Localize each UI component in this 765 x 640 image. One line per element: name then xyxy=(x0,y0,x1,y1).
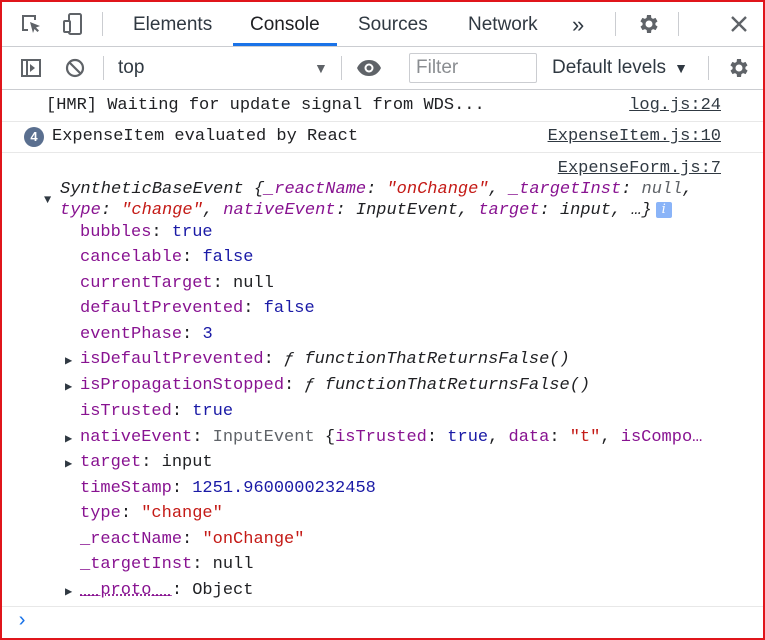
collapse-triangle-icon[interactable]: ▼ xyxy=(44,193,51,207)
source-link[interactable]: log.js:24 xyxy=(629,96,721,115)
repeat-count-badge: 4 xyxy=(24,127,44,147)
sidebar-toggle-icon[interactable] xyxy=(16,54,46,82)
console-message: [HMR] Waiting for update signal from WDS… xyxy=(2,90,763,122)
close-icon[interactable] xyxy=(724,10,754,38)
console-prompt-icon[interactable]: › xyxy=(16,610,28,633)
property-reactName: _reactName: "onChange" xyxy=(80,530,305,549)
source-link[interactable]: ExpenseForm.js:7 xyxy=(558,159,721,178)
expand-triangle-icon[interactable]: ▶ xyxy=(65,584,72,599)
tab-network[interactable]: Network xyxy=(468,2,538,46)
chevron-down-icon[interactable]: ▼ xyxy=(314,60,328,76)
property-target[interactable]: target: input xyxy=(80,453,213,472)
toolbar-divider xyxy=(103,56,104,80)
property-proto[interactable]: __proto__: Object xyxy=(80,581,253,600)
filter-input[interactable] xyxy=(409,53,537,83)
default-levels-label: Default levels xyxy=(552,57,667,78)
expand-triangle-icon[interactable]: ▶ xyxy=(65,431,72,446)
divider xyxy=(2,606,763,607)
devtools-tabbar: Elements Console Sources Network » xyxy=(2,2,763,47)
tab-sources[interactable]: Sources xyxy=(358,2,428,46)
toolbar-divider xyxy=(708,56,709,80)
property-bubbles: bubbles: true xyxy=(80,223,213,242)
property-defaultPrevented: defaultPrevented: false xyxy=(80,299,315,318)
more-tabs-button[interactable]: » xyxy=(572,2,584,46)
property-isDefaultPrevented[interactable]: isDefaultPrevented: ƒ functionThatReturn… xyxy=(80,350,570,369)
property-targetInst: _targetInst: null xyxy=(80,555,254,574)
property-eventPhase: eventPhase: 3 xyxy=(80,325,213,344)
info-icon[interactable]: i xyxy=(655,202,672,218)
devtools-window: Elements Console Sources Network » top ▼… xyxy=(0,0,765,640)
tab-elements[interactable]: Elements xyxy=(133,2,212,46)
tabbar-divider xyxy=(102,12,103,36)
tabbar-divider xyxy=(678,12,679,36)
device-toolbar-icon[interactable] xyxy=(58,10,88,38)
expand-triangle-icon[interactable]: ▶ xyxy=(65,353,72,368)
property-nativeEvent[interactable]: nativeEvent: InputEvent {isTrusted: true… xyxy=(80,428,702,447)
property-isTrusted: isTrusted: true xyxy=(80,402,234,421)
inspect-element-icon[interactable] xyxy=(16,10,46,38)
property-timeStamp: timeStamp: 1251.9600000232458 xyxy=(80,479,376,498)
clear-console-icon[interactable] xyxy=(60,54,90,82)
console-toolbar: top ▼ Default levels ▼ xyxy=(2,47,763,90)
default-levels-dropdown[interactable]: Default levels ▼ xyxy=(552,47,688,89)
source-link[interactable]: ExpenseItem.js:10 xyxy=(548,127,721,146)
expand-triangle-icon[interactable]: ▶ xyxy=(65,379,72,394)
tab-console[interactable]: Console xyxy=(233,2,337,46)
console-message: 4 ExpenseItem evaluated by React Expense… xyxy=(2,122,763,153)
console-message-text: ExpenseItem evaluated by React xyxy=(52,127,359,146)
expand-triangle-icon[interactable]: ▶ xyxy=(65,456,72,471)
property-currentTarget: currentTarget: null xyxy=(80,274,274,293)
property-isPropagationStopped[interactable]: isPropagationStopped: ƒ functionThatRetu… xyxy=(80,376,590,395)
chevron-down-icon: ▼ xyxy=(674,60,688,76)
gear-icon[interactable] xyxy=(634,10,664,38)
event-summary-line2[interactable]: type: "change", nativeEvent: InputEvent,… xyxy=(60,201,672,220)
event-summary-line1[interactable]: SyntheticBaseEvent {_reactName: "onChang… xyxy=(60,180,693,199)
gear-icon[interactable] xyxy=(724,54,754,82)
tabbar-divider xyxy=(615,12,616,36)
property-cancelable: cancelable: false xyxy=(80,248,254,267)
context-selector[interactable]: top xyxy=(118,47,144,89)
eye-icon[interactable] xyxy=(354,54,384,82)
console-message-text: [HMR] Waiting for update signal from WDS… xyxy=(46,96,485,115)
property-type: type: "change" xyxy=(80,504,223,523)
toolbar-divider xyxy=(341,56,342,80)
console-output: [HMR] Waiting for update signal from WDS… xyxy=(2,90,763,638)
